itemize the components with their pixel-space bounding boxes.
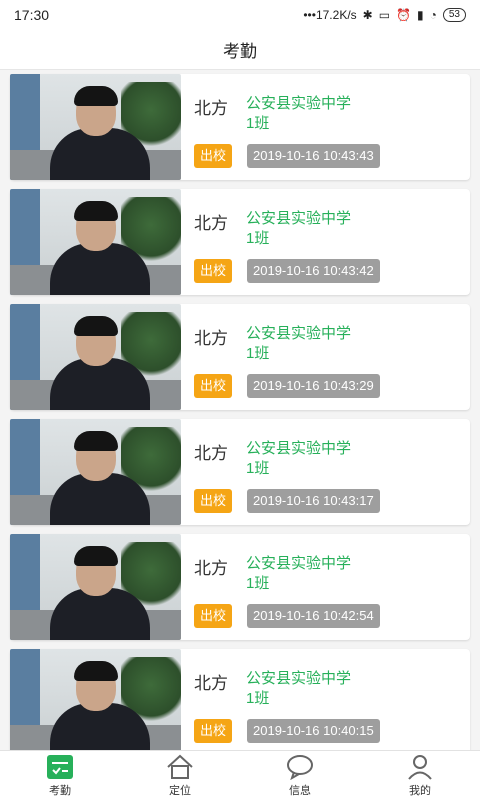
message-bubble-icon [287, 754, 313, 780]
school-name: 公安县实验中学 [246, 95, 352, 112]
snapshot-photo [10, 304, 181, 410]
tab-profile[interactable]: 我的 [360, 751, 480, 800]
timestamp-badge: 2019-10-16 10:43:17 [247, 489, 380, 513]
wifi-icon: ◔ [429, 8, 437, 22]
status-badge: 出校 [194, 719, 233, 743]
student-name: 北方 [194, 329, 228, 348]
tab-label: 考勤 [49, 784, 71, 797]
school-name: 公安县实验中学 [246, 325, 352, 342]
class-name: 1班 [246, 115, 270, 132]
tab-location[interactable]: 定位 [120, 751, 240, 800]
tab-label: 我的 [409, 784, 431, 797]
snapshot-photo [10, 419, 181, 525]
attendance-list[interactable]: 北方 公安县实验中学 1班 出校 2019-10-16 10:43:43 北方 公… [0, 70, 480, 750]
class-name: 1班 [246, 345, 270, 362]
student-name: 北方 [194, 444, 228, 463]
home-location-icon [167, 754, 193, 779]
snapshot-photo [10, 189, 181, 295]
school-name: 公安县实验中学 [246, 555, 352, 572]
attendance-record[interactable]: 北方 公安县实验中学 1班 出校 2019-10-16 10:43:42 [10, 189, 470, 295]
status-badge: 出校 [194, 259, 233, 283]
status-bar: 17:30 •••17.2K/s ✱ ▭ ⏰ ▮ ◔ 53 [0, 0, 480, 30]
snapshot-photo [10, 74, 181, 180]
attendance-icon [47, 754, 73, 779]
snapshot-photo [10, 649, 181, 750]
snapshot-photo [10, 534, 181, 640]
bluetooth-icon: ✱ [362, 8, 373, 22]
status-badge: 出校 [194, 604, 233, 628]
user-icon [408, 754, 432, 780]
tab-label: 信息 [289, 784, 311, 797]
timestamp-badge: 2019-10-16 10:40:15 [247, 719, 380, 743]
timestamp-badge: 2019-10-16 10:43:42 [247, 259, 380, 283]
attendance-record[interactable]: 北方 公安县实验中学 1班 出校 2019-10-16 10:43:17 [10, 419, 470, 525]
school-class: 公安县实验中学 1班 [246, 209, 396, 249]
status-badge: 出校 [194, 374, 233, 398]
attendance-record[interactable]: 北方 公安县实验中学 1班 出校 2019-10-16 10:42:54 [10, 534, 470, 640]
school-name: 公安县实验中学 [246, 440, 352, 457]
page-title: 考勤 [223, 42, 257, 61]
signal-icon: ▮ [417, 8, 424, 22]
school-name: 公安县实验中学 [246, 210, 352, 227]
school-class: 公安县实验中学 1班 [246, 669, 396, 709]
app-header: 考勤 [0, 30, 480, 70]
school-class: 公安县实验中学 1班 [246, 94, 396, 134]
school-class: 公安县实验中学 1班 [246, 324, 396, 364]
attendance-record[interactable]: 北方 公安县实验中学 1班 出校 2019-10-16 10:40:15 [10, 649, 470, 750]
tab-label: 定位 [169, 784, 191, 797]
student-name: 北方 [194, 99, 228, 118]
bottom-tab-bar: 考勤 定位 信息 我的 [0, 750, 480, 800]
alarm-icon: ⏰ [396, 8, 412, 22]
school-class: 公安县实验中学 1班 [246, 554, 396, 594]
timestamp-badge: 2019-10-16 10:43:29 [247, 374, 380, 398]
vibrate-icon: ▭ [378, 8, 391, 22]
tab-messages[interactable]: 信息 [240, 751, 360, 800]
student-name: 北方 [194, 674, 228, 693]
class-name: 1班 [246, 460, 270, 477]
attendance-record[interactable]: 北方 公安县实验中学 1班 出校 2019-10-16 10:43:29 [10, 304, 470, 410]
status-badge: 出校 [194, 489, 233, 513]
student-name: 北方 [194, 559, 228, 578]
network-speed: •••17.2K/s [303, 8, 357, 22]
status-time: 17:30 [14, 7, 50, 23]
school-name: 公安县实验中学 [246, 670, 352, 687]
battery-icon: 53 [442, 8, 466, 22]
status-icons: •••17.2K/s ✱ ▭ ⏰ ▮ ◔ 53 [303, 8, 466, 22]
timestamp-badge: 2019-10-16 10:43:43 [247, 144, 380, 168]
school-class: 公安县实验中学 1班 [246, 439, 396, 479]
student-name: 北方 [194, 214, 228, 233]
class-name: 1班 [246, 230, 270, 247]
attendance-record[interactable]: 北方 公安县实验中学 1班 出校 2019-10-16 10:43:43 [10, 74, 470, 180]
status-badge: 出校 [194, 144, 233, 168]
class-name: 1班 [246, 690, 270, 707]
class-name: 1班 [246, 575, 270, 592]
tab-attendance[interactable]: 考勤 [0, 751, 120, 800]
timestamp-badge: 2019-10-16 10:42:54 [247, 604, 380, 628]
